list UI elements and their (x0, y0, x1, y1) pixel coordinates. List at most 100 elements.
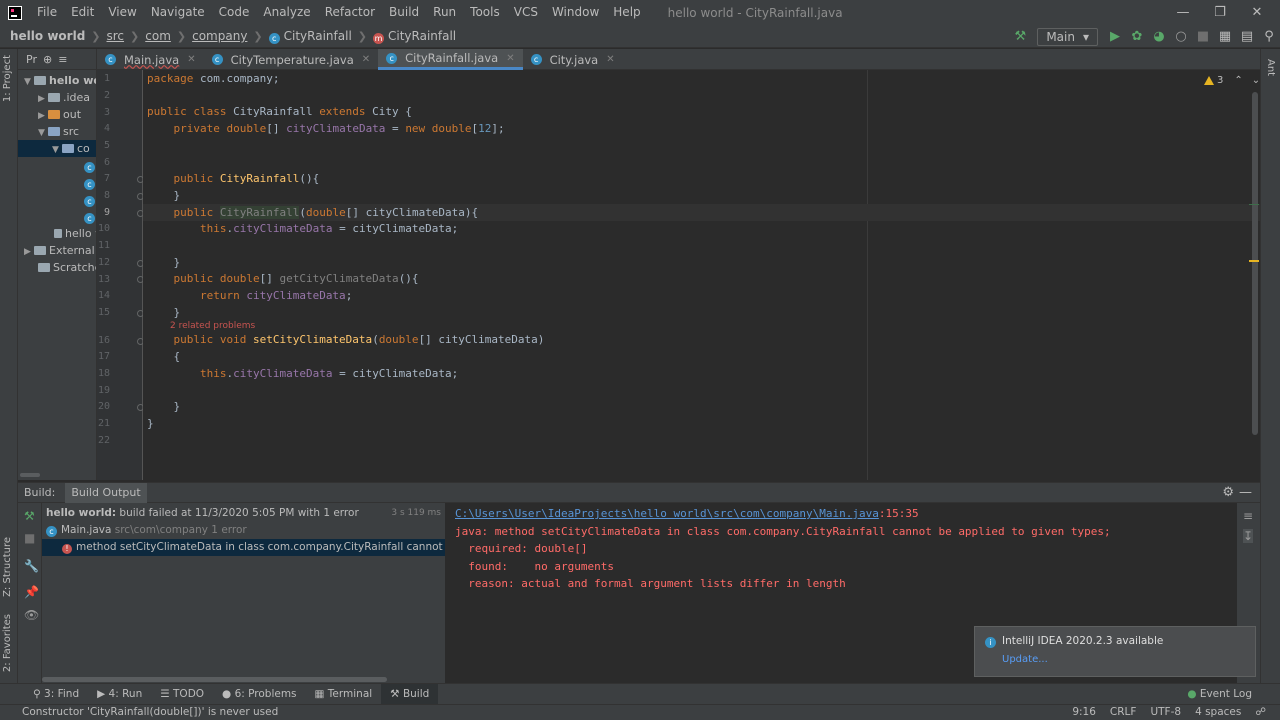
editor-scrollbar[interactable] (1252, 92, 1258, 435)
tree-item-class-file[interactable]: c (84, 174, 96, 191)
editor-gutter[interactable]: 1 2 3 4 5 6 7 8 9 10 11 12 13 14 15 16 1… (97, 70, 144, 480)
scroll-to-end-icon[interactable]: ↧ (1243, 529, 1254, 543)
project-scrollbar[interactable] (20, 473, 40, 477)
menu-window[interactable]: Window (545, 0, 606, 25)
run-tool-tab[interactable]: ▶ 4: Run (88, 684, 151, 705)
project-tool-tab[interactable]: 1: Project (2, 55, 13, 102)
caret-position[interactable]: 9:16 (1072, 705, 1096, 720)
tree-item-scratches[interactable]: Scratches (38, 259, 96, 276)
profile-icon[interactable]: ○ (1170, 29, 1192, 44)
tree-item-src[interactable]: ▼ src (38, 123, 79, 140)
menu-tools[interactable]: Tools (463, 0, 507, 25)
close-tab-icon[interactable]: ✕ (606, 54, 614, 65)
collapse-icon[interactable]: ≡ (58, 53, 67, 66)
chevron-up-icon[interactable]: ⌃ (1234, 75, 1242, 86)
minimize-icon[interactable]: — (1166, 0, 1200, 25)
update-notification: i IntelliJ IDEA 2020.2.3 available Update… (974, 626, 1256, 677)
tree-item-idea[interactable]: ▶ .idea (38, 89, 90, 106)
debug-icon[interactable]: ✿ (1126, 29, 1148, 44)
pin-icon[interactable]: 📌 (24, 585, 39, 599)
tree-item-project[interactable]: ▼hello worl (24, 72, 96, 89)
menu-view[interactable]: View (101, 0, 143, 25)
tab-main-java[interactable]: c Main.java ✕ (97, 49, 204, 70)
code-editor[interactable]: package com.company; public class CityRa… (143, 70, 1260, 480)
run-config-select[interactable]: Main ▾ (1037, 27, 1098, 46)
lock-icon[interactable]: ☍ (1255, 705, 1266, 720)
eye-icon[interactable]: 👁 (24, 608, 39, 622)
tab-cityrainfall-java[interactable]: c CityRainfall.java ✕ (378, 49, 523, 70)
menu-navigate[interactable]: Navigate (144, 0, 212, 25)
build-tree-error[interactable]: ! method setCityClimateData in class com.… (42, 539, 445, 556)
tree-item-class-file[interactable]: c (84, 157, 96, 174)
menu-run[interactable]: Run (426, 0, 463, 25)
favorites-tool-tab[interactable]: 2: Favorites (2, 614, 13, 672)
tree-item-external-libraries[interactable]: ▶External L (24, 242, 96, 259)
problems-tool-tab[interactable]: ● 6: Problems (213, 684, 305, 705)
tab-citytemperature-java[interactable]: c CityTemperature.java ✕ (204, 49, 379, 70)
tree-item-out[interactable]: ▶ out (38, 106, 81, 123)
close-tab-icon[interactable]: ✕ (506, 53, 514, 64)
ant-tool-tab[interactable]: Ant (1265, 59, 1276, 76)
sdk-icon[interactable]: ▤ (1236, 29, 1258, 44)
menu-vcs[interactable]: VCS (507, 0, 545, 25)
build-hammer-icon[interactable]: ⚒ (1009, 29, 1031, 44)
usage-marker[interactable] (1249, 204, 1259, 205)
terminal-tool-tab[interactable]: ▦ Terminal (306, 684, 382, 705)
project-structure-icon[interactable]: ▦ (1214, 29, 1236, 44)
gear-icon[interactable]: ⚙ (1222, 485, 1234, 500)
build-tool-tab[interactable]: ⚒ Build (381, 683, 439, 705)
menu-analyze[interactable]: Analyze (256, 0, 317, 25)
tree-item-iml[interactable]: hello w (54, 225, 96, 242)
warning-marker[interactable] (1249, 260, 1259, 262)
hide-icon[interactable]: — (1239, 485, 1252, 500)
restore-icon[interactable]: ❐ (1203, 0, 1237, 25)
build-tree-scrollbar[interactable] (42, 677, 387, 682)
menu-build[interactable]: Build (382, 0, 426, 25)
output-line: found: no arguments (455, 559, 614, 573)
wrench-icon[interactable]: 🔧 (24, 559, 39, 573)
project-view-select[interactable]: Pr (26, 53, 37, 66)
menu-code[interactable]: Code (212, 0, 257, 25)
close-tab-icon[interactable]: ✕ (362, 54, 370, 65)
menu-file[interactable]: File (30, 0, 64, 25)
rebuild-hammer-icon[interactable]: ⚒ (24, 509, 35, 523)
run-icon[interactable]: ▶ (1104, 29, 1126, 44)
coverage-icon[interactable]: ◕ (1148, 29, 1170, 44)
breadcrumb-class[interactable]: c CityRainfall (268, 29, 352, 44)
stop-icon[interactable]: ■ (24, 531, 35, 545)
tree-item-company[interactable]: ▼ co (18, 140, 96, 157)
breadcrumb-com[interactable]: com (145, 29, 171, 43)
tab-city-java[interactable]: c City.java ✕ (523, 49, 623, 70)
indent-setting[interactable]: 4 spaces (1195, 705, 1241, 720)
line-separator[interactable]: CRLF (1110, 705, 1137, 720)
breadcrumb-src[interactable]: src (107, 29, 125, 43)
error-file-link[interactable]: C:\Users\User\IdeaProjects\hello world\s… (455, 507, 879, 520)
file-encoding[interactable]: UTF-8 (1150, 705, 1181, 720)
menu-edit[interactable]: Edit (64, 0, 101, 25)
search-everywhere-icon[interactable]: ⚲ (1258, 29, 1280, 44)
tree-item-class-file[interactable]: c (84, 208, 96, 225)
tree-item-class-file[interactable]: c (84, 191, 96, 208)
build-tree-root[interactable]: hello world: build failed at 11/3/2020 5… (46, 505, 445, 522)
breadcrumb-company[interactable]: company (192, 29, 247, 43)
structure-tool-tab[interactable]: Z: Structure (2, 537, 13, 597)
todo-tool-tab[interactable]: ☰ TODO (151, 684, 213, 705)
title-bar: File Edit View Navigate Code Analyze Ref… (0, 0, 1280, 25)
breadcrumb-project[interactable]: hello world (10, 29, 85, 43)
related-problems-hint[interactable]: 2 related problems (170, 321, 255, 331)
soft-wrap-icon[interactable]: ≡ (1243, 509, 1253, 523)
tab-build-output[interactable]: Build Output (65, 482, 147, 503)
build-tree-file[interactable]: c Main.java src\com\company 1 error (46, 522, 247, 539)
menu-help[interactable]: Help (606, 0, 647, 25)
stop-icon[interactable]: ■ (1192, 29, 1214, 44)
chevron-down-icon[interactable]: ⌄ (1252, 75, 1260, 86)
find-tool-tab[interactable]: ⚲ 3: Find (24, 684, 88, 705)
event-log-tab[interactable]: ● Event Log (1187, 684, 1252, 705)
inspection-widget[interactable]: 3 ⌃ ⌄ (1204, 75, 1260, 86)
menu-refactor[interactable]: Refactor (318, 0, 382, 25)
close-tab-icon[interactable]: ✕ (187, 54, 195, 65)
close-icon[interactable]: ✕ (1240, 0, 1274, 25)
breadcrumb-method[interactable]: m CityRainfall (373, 29, 456, 44)
locate-icon[interactable]: ⊕ (43, 53, 52, 66)
update-link[interactable]: Update... (1002, 654, 1245, 665)
